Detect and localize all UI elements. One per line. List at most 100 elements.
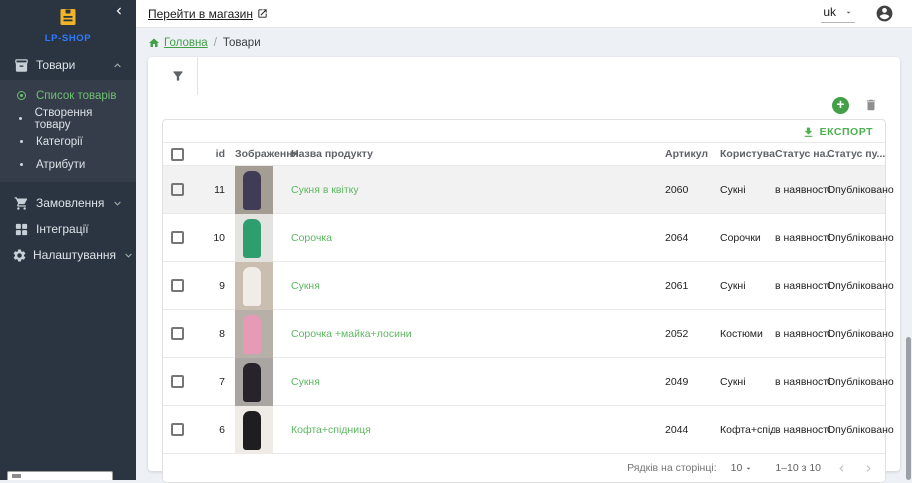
table-row[interactable]: 8 Сорочка +майка+лосини 2052 Костюми в н… (163, 309, 885, 357)
cell-stock-status: в наявності (775, 232, 827, 244)
dot-bullet-icon (12, 117, 29, 120)
cell-stock-status: в наявності (775, 424, 827, 436)
shop-bag-icon (56, 5, 80, 29)
header-id: id (207, 148, 225, 160)
header-stock-status: Статус на... (775, 148, 827, 160)
logo-area: LP-SHOP (0, 0, 136, 42)
sidebar-item-settings[interactable]: Налаштування (0, 242, 136, 268)
caret-down-icon (844, 8, 853, 17)
product-link[interactable]: Сукня (291, 376, 320, 388)
product-link[interactable]: Кофта+спідниця (291, 424, 371, 436)
sidebar-item-products[interactable]: Товари (0, 50, 136, 80)
store-link[interactable]: Перейти в магазин (148, 7, 268, 21)
cell-publish-status: Опубліковано (827, 328, 885, 340)
header-publish-status: Статус пу... (827, 148, 885, 160)
header-image: Зображення (235, 148, 291, 160)
product-photo (235, 214, 273, 262)
row-checkbox[interactable] (171, 231, 184, 244)
cell-stock-status: в наявності (775, 328, 827, 340)
product-link[interactable]: Сорочка +майка+лосини (291, 328, 412, 340)
prev-page-icon[interactable] (835, 462, 848, 475)
row-checkbox[interactable] (171, 279, 184, 292)
product-link[interactable]: Сукня в квітку (291, 184, 359, 196)
select-all-checkbox[interactable] (171, 148, 184, 161)
radio-bullet-icon (12, 91, 30, 100)
sidebar-collapse-icon[interactable] (112, 4, 126, 18)
rows-per-page-select[interactable]: 10 (731, 462, 754, 474)
rows-per-page-label: Рядків на сторінці: (627, 462, 716, 474)
table-row[interactable]: 6 Кофта+спідниця 2044 Кофта+спідниц в на… (163, 405, 885, 453)
cell-sku: 2061 (665, 280, 720, 292)
cell-category: Сукні (720, 184, 775, 196)
export-button[interactable]: ЕКСПОРТ (802, 126, 873, 139)
logo-text: LP-SHOP (0, 33, 136, 44)
add-product-button[interactable]: + (832, 97, 849, 114)
store-link-label: Перейти в магазин (148, 7, 253, 21)
dot-bullet-icon (12, 140, 30, 143)
cell-image (235, 310, 291, 358)
filter-funnel-icon[interactable] (171, 69, 185, 83)
row-checkbox[interactable] (171, 423, 184, 436)
products-box-icon (12, 58, 30, 73)
table-header-row: id Зображення Назва продукту Артикул Кор… (163, 142, 885, 165)
product-photo (235, 358, 273, 406)
cell-stock-status: в наявності (775, 376, 827, 388)
cell-name: Сукня (291, 376, 665, 388)
chevron-down-icon (111, 197, 124, 210)
cell-image (235, 214, 291, 262)
sidebar-item-label: Інтеграції (36, 222, 89, 236)
cell-id: 7 (207, 376, 225, 388)
cell-publish-status: Опубліковано (827, 280, 885, 292)
products-submenu: Список товарів Створення товару Категорі… (0, 80, 136, 182)
table-row[interactable]: 11 Сукня в квітку 2060 Сукні в наявності… (163, 165, 885, 213)
cell-category: Сукні (720, 376, 775, 388)
download-icon (802, 126, 815, 139)
vertical-scrollbar[interactable] (906, 337, 911, 480)
export-label: ЕКСПОРТ (820, 126, 873, 138)
pagination-range: 1–10 з 10 (775, 462, 821, 474)
sidebar-item-categories[interactable]: Категорії (0, 130, 136, 153)
cell-publish-status: Опубліковано (827, 424, 885, 436)
sidebar-item-integrations[interactable]: Інтеграції (0, 216, 136, 242)
next-page-icon[interactable] (862, 462, 875, 475)
cell-name: Сорочка (291, 232, 665, 244)
table-row[interactable]: 7 Сукня 2049 Сукні в наявності Опубліков… (163, 357, 885, 405)
cell-sku: 2064 (665, 232, 720, 244)
table-pagination: Рядків на сторінці: 10 1–10 з 10 (163, 453, 885, 482)
table-row[interactable]: 9 Сукня 2061 Сукні в наявності Опубліков… (163, 261, 885, 309)
header-sku: Артикул (665, 148, 720, 160)
breadcrumb-home-label: Головна (164, 37, 208, 49)
cell-image (235, 262, 291, 310)
dot-bullet-icon (12, 163, 30, 166)
table-body: 11 Сукня в квітку 2060 Сукні в наявності… (163, 165, 885, 453)
product-link[interactable]: Сукня (291, 280, 320, 292)
table-row[interactable]: 10 Сорочка 2064 Сорочки в наявності Опуб… (163, 213, 885, 261)
topbar: Перейти в магазин uk (136, 0, 912, 28)
delete-icon[interactable] (864, 98, 878, 112)
sidebar-item-orders[interactable]: Замовлення (0, 190, 136, 216)
submenu-label: Створення товару (35, 107, 124, 131)
row-checkbox[interactable] (171, 327, 184, 340)
cell-name: Сукня (291, 280, 665, 292)
sidebar-item-product-create[interactable]: Створення товару (0, 107, 136, 130)
main-content: Перейти в магазин uk Головна / Тов (136, 0, 912, 480)
row-checkbox[interactable] (171, 183, 184, 196)
sidebar-item-attributes[interactable]: Атрибути (0, 153, 136, 176)
product-photo (235, 310, 273, 358)
cell-id: 8 (207, 328, 225, 340)
language-select[interactable]: uk (821, 4, 855, 23)
home-icon (148, 37, 160, 49)
product-link[interactable]: Сорочка (291, 232, 332, 244)
user-avatar-icon[interactable] (875, 4, 894, 23)
chevron-up-icon (111, 59, 124, 72)
breadcrumb-home-link[interactable]: Головна (148, 37, 208, 49)
cell-id: 6 (207, 424, 225, 436)
divider (197, 57, 198, 95)
product-photo (235, 406, 273, 454)
cell-publish-status: Опубліковано (827, 184, 885, 196)
filter-toolbar (148, 57, 900, 95)
sidebar-item-product-list[interactable]: Список товарів (0, 84, 136, 107)
product-photo (235, 262, 273, 310)
cell-publish-status: Опубліковано (827, 376, 885, 388)
row-checkbox[interactable] (171, 375, 184, 388)
